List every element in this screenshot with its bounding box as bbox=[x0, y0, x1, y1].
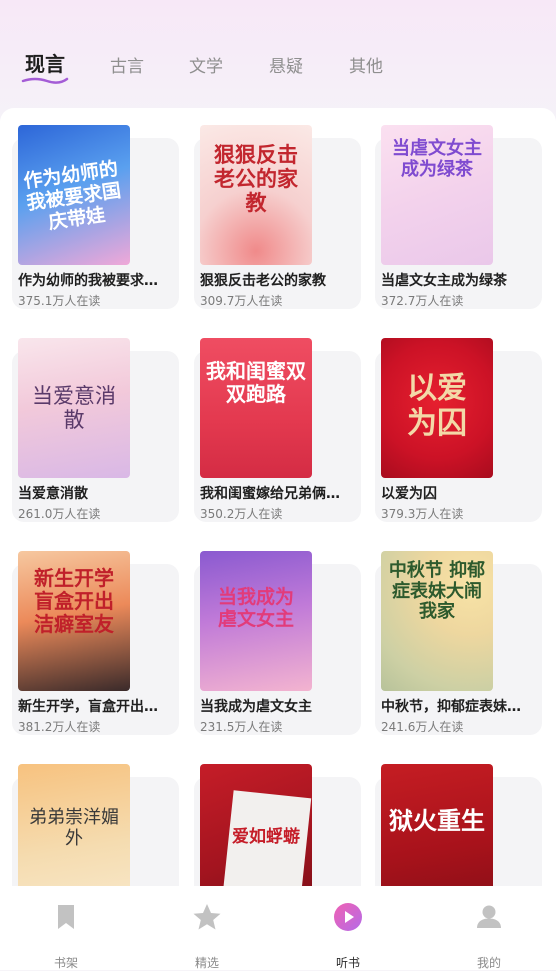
tab-qita[interactable]: 其他 bbox=[349, 52, 383, 77]
book-card[interactable]: 当虐文女主成为绿茶 当虐文女主成为绿茶 372.7万人在读 bbox=[375, 108, 549, 309]
book-title: 当我成为虐文女主 bbox=[200, 699, 312, 715]
book-title: 当爱意消散 bbox=[18, 486, 88, 502]
tab-xianyan[interactable]: 现言 bbox=[25, 48, 65, 77]
book-card[interactable]: 我和闺蜜双双跑路 我和闺蜜嫁给兄弟俩后... 350.2万人在读 bbox=[194, 321, 368, 522]
book-card[interactable]: 以爱为囚 以爱为囚 379.3万人在读 bbox=[375, 321, 549, 522]
book-grid: 作为幼师的我被要求国庆带娃 作为幼师的我被要求国... 375.1万人在读 狠狠… bbox=[0, 108, 556, 886]
book-cover[interactable]: 当我成为虐文女主 bbox=[200, 551, 312, 691]
book-title: 我和闺蜜嫁给兄弟俩后... bbox=[200, 486, 352, 502]
reader-count: 372.7万人在读 bbox=[381, 294, 464, 308]
reader-count: 379.3万人在读 bbox=[381, 507, 464, 521]
book-title: 作为幼师的我被要求国... bbox=[18, 273, 170, 289]
book-title: 新生开学，盲盒开出洁... bbox=[18, 699, 170, 715]
top-header: 现言 古言 文学 悬疑 其他 bbox=[0, 0, 556, 120]
book-card[interactable]: 狠狠反击老公的家教 狠狠反击老公的家教 309.7万人在读 bbox=[194, 108, 368, 309]
bottom-navigation: 书架 精选 听书 我的 bbox=[0, 886, 556, 970]
reader-count: 381.2万人在读 bbox=[18, 720, 101, 734]
nav-featured[interactable]: 精选 bbox=[172, 896, 242, 970]
book-card[interactable]: 弟弟崇洋媚外 bbox=[12, 747, 186, 886]
user-icon bbox=[477, 905, 501, 928]
reader-count: 350.2万人在读 bbox=[200, 507, 283, 521]
reader-count: 261.0万人在读 bbox=[18, 507, 101, 521]
book-title: 当虐文女主成为绿茶 bbox=[381, 273, 507, 289]
book-cover[interactable]: 当虐文女主成为绿茶 bbox=[381, 125, 493, 265]
play-icon bbox=[334, 903, 362, 931]
book-cover[interactable]: 我和闺蜜双双跑路 bbox=[200, 338, 312, 478]
bookmark-icon bbox=[58, 905, 74, 929]
book-cover[interactable]: 狱火重生 bbox=[381, 764, 493, 886]
book-card[interactable]: 当爱意消散 当爱意消散 261.0万人在读 bbox=[12, 321, 186, 522]
nav-profile[interactable]: 我的 bbox=[454, 896, 524, 970]
reader-count: 309.7万人在读 bbox=[200, 294, 283, 308]
book-cover[interactable]: 爱如蜉蝣 bbox=[200, 764, 312, 886]
book-title: 以爱为囚 bbox=[381, 486, 437, 502]
tab-guyan[interactable]: 古言 bbox=[110, 52, 144, 77]
book-card[interactable]: 爱如蜉蝣 bbox=[194, 747, 368, 886]
book-card[interactable]: 当我成为虐文女主 当我成为虐文女主 231.5万人在读 bbox=[194, 534, 368, 735]
book-cover[interactable]: 狠狠反击老公的家教 bbox=[200, 125, 312, 265]
star-icon bbox=[193, 904, 221, 930]
nav-audiobook[interactable]: 听书 bbox=[313, 896, 383, 970]
active-tab-indicator bbox=[21, 77, 69, 84]
book-cover[interactable]: 中秋节 抑郁症表妹大闹我家 bbox=[381, 551, 493, 691]
reader-count: 375.1万人在读 bbox=[18, 294, 101, 308]
book-cover[interactable]: 新生开学盲盒开出洁癖室友 bbox=[18, 551, 130, 691]
reader-count: 241.6万人在读 bbox=[381, 720, 464, 734]
book-cover[interactable]: 当爱意消散 bbox=[18, 338, 130, 478]
nav-bookshelf[interactable]: 书架 bbox=[31, 896, 101, 970]
book-card[interactable]: 作为幼师的我被要求国庆带娃 作为幼师的我被要求国... 375.1万人在读 bbox=[12, 108, 186, 309]
book-card[interactable]: 新生开学盲盒开出洁癖室友 新生开学，盲盒开出洁... 381.2万人在读 bbox=[12, 534, 186, 735]
book-title: 中秋节，抑郁症表妹大... bbox=[381, 699, 533, 715]
book-cover[interactable]: 以爱为囚 bbox=[381, 338, 493, 478]
book-cover[interactable]: 作为幼师的我被要求国庆带娃 bbox=[18, 125, 130, 265]
tab-wenxue[interactable]: 文学 bbox=[189, 52, 223, 77]
category-tabs: 现言 古言 文学 悬疑 其他 bbox=[0, 44, 556, 94]
reader-count: 231.5万人在读 bbox=[200, 720, 283, 734]
book-title: 狠狠反击老公的家教 bbox=[200, 273, 326, 289]
book-cover[interactable]: 弟弟崇洋媚外 bbox=[18, 764, 130, 886]
tab-xuanyi[interactable]: 悬疑 bbox=[269, 52, 303, 77]
book-card[interactable]: 狱火重生 bbox=[375, 747, 549, 886]
book-card[interactable]: 中秋节 抑郁症表妹大闹我家 中秋节，抑郁症表妹大... 241.6万人在读 bbox=[375, 534, 549, 735]
